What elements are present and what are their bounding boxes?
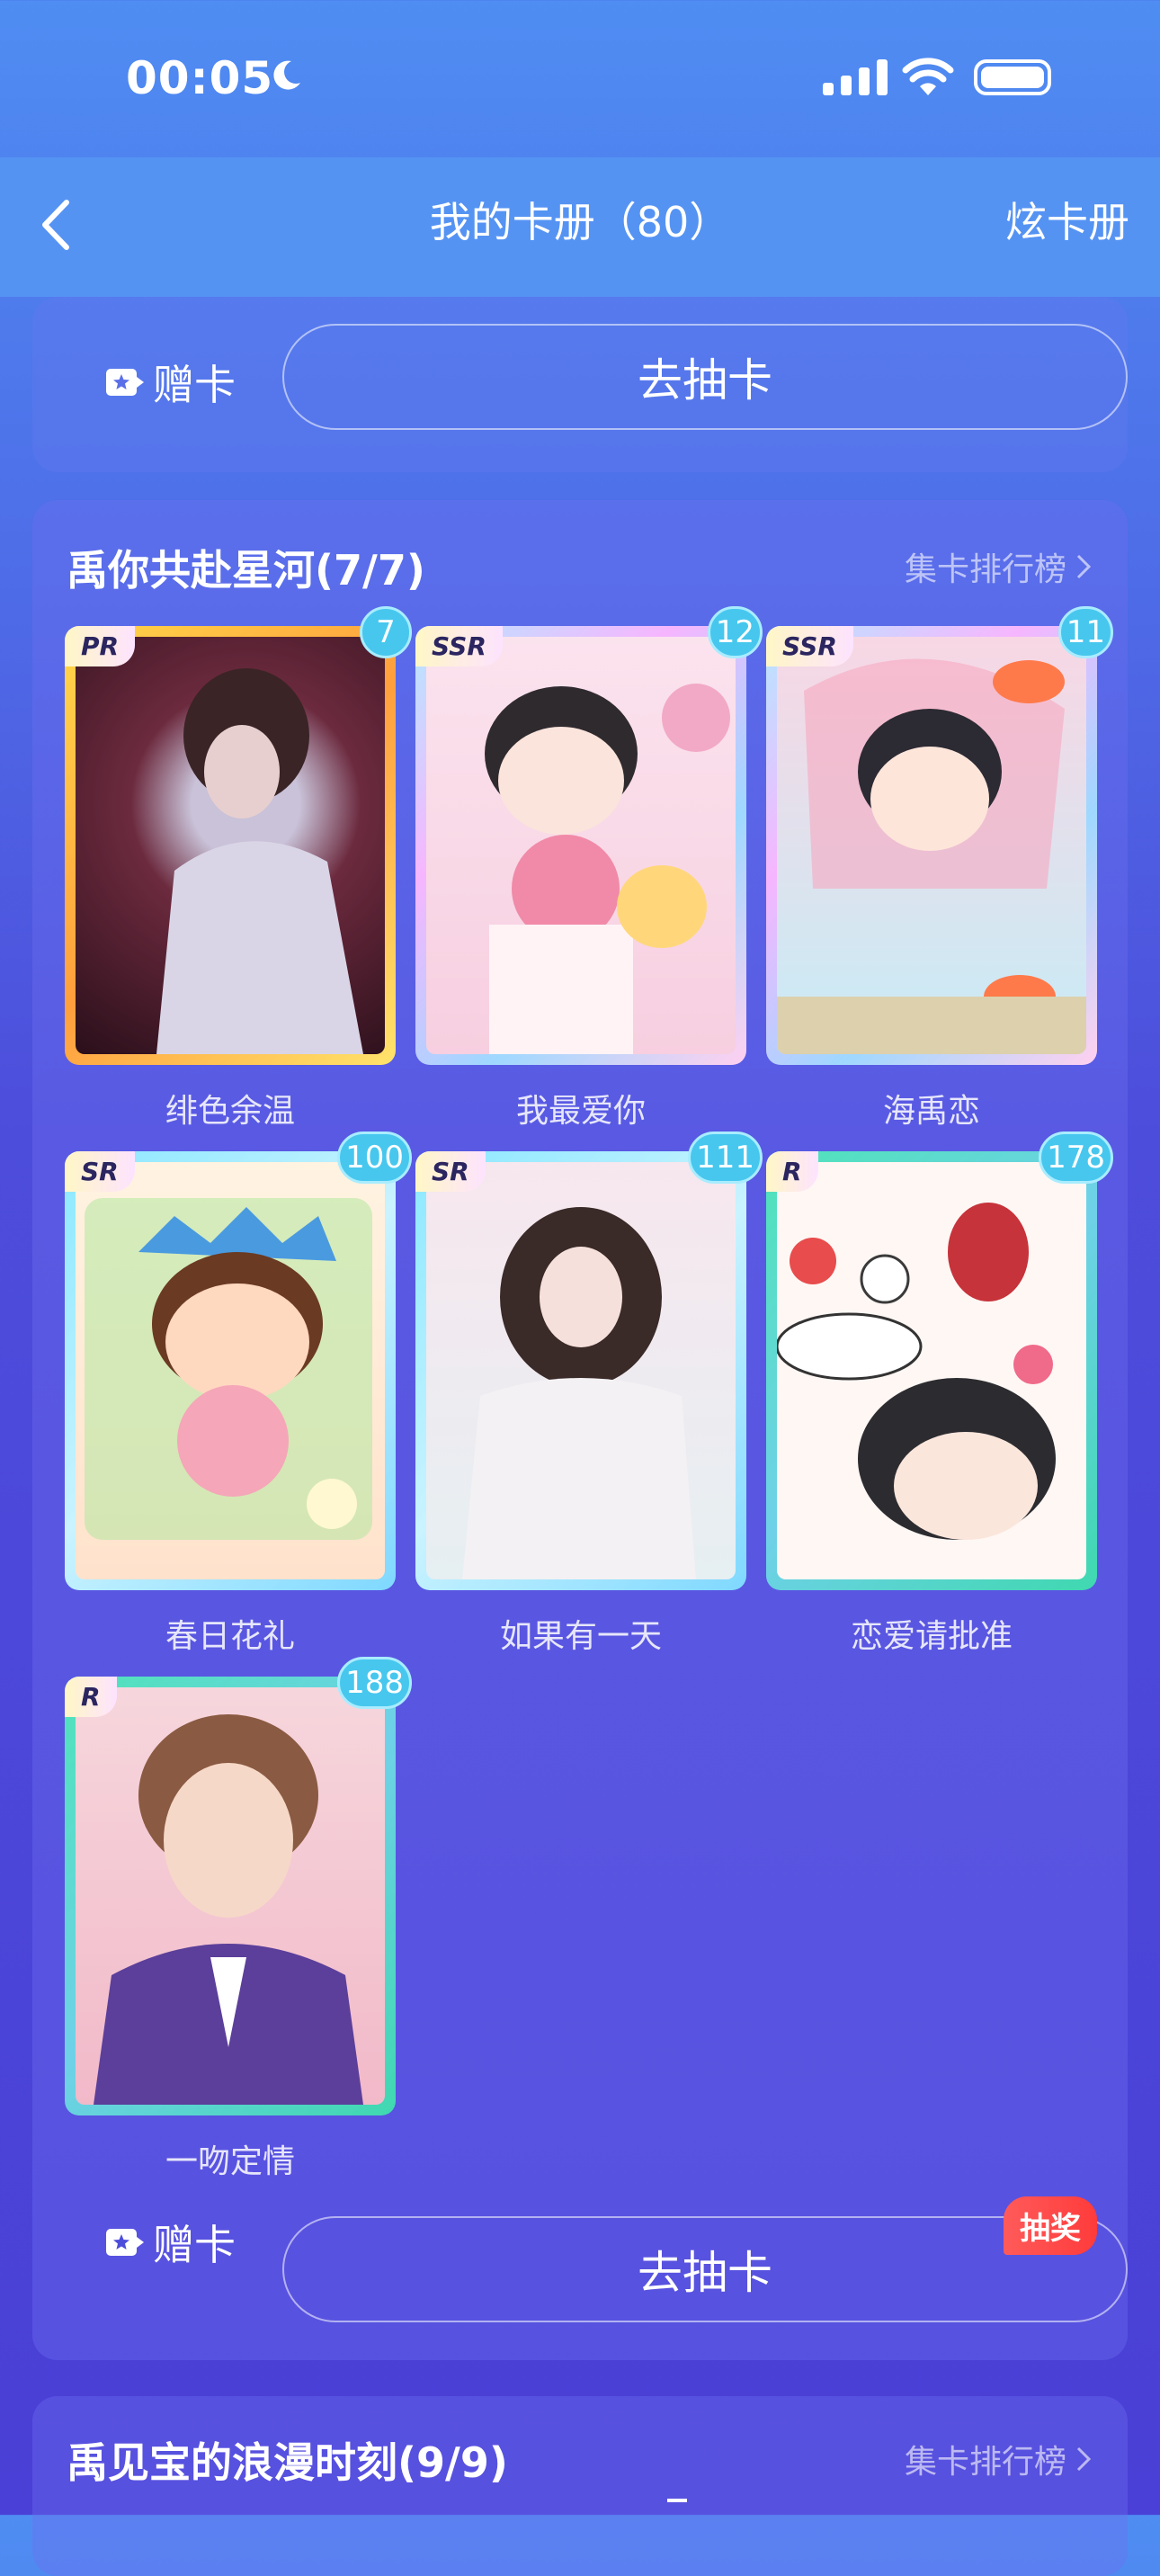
gift-card-button[interactable]: 赠卡 bbox=[104, 2213, 236, 2272]
top-action-panel: 赠卡 去抽卡 bbox=[32, 297, 1128, 472]
collection-ranking-link[interactable]: 集卡排行榜 bbox=[905, 2436, 1092, 2482]
card-art-image bbox=[76, 637, 385, 1054]
card-count-badge: 178 bbox=[1039, 1131, 1113, 1184]
card-art-image bbox=[426, 637, 736, 1054]
card-art-image bbox=[777, 637, 1086, 1054]
card-art-figure bbox=[156, 668, 363, 1054]
collection-ranking-label: 集卡排行榜 bbox=[904, 2444, 1066, 2481]
card-art-figure bbox=[94, 1714, 363, 2105]
collection-ranking-link[interactable]: 集卡排行榜 bbox=[905, 543, 1092, 590]
card-item[interactable]: R 188 一吻定情 bbox=[65, 1657, 412, 2180]
card-art-figure bbox=[485, 684, 730, 1054]
draw-card-button[interactable]: 去抽卡 bbox=[282, 2216, 1128, 2322]
card-name: 如果有一天 bbox=[499, 1618, 662, 1655]
card-set-panel: 禹你共赴星河(7/7) 集卡排行榜 PR 7 绯色余温 SSR 12 我最爱你 … bbox=[32, 500, 1128, 2360]
card-art-image bbox=[76, 1687, 385, 2105]
card-name: 一吻定情 bbox=[165, 2143, 295, 2180]
status-bar: 00:05 bbox=[0, 0, 1160, 157]
gift-card-label: 赠卡 bbox=[153, 361, 236, 409]
rarity-badge: SSR bbox=[766, 626, 853, 666]
rarity-badge: SSR bbox=[415, 626, 503, 666]
card-art-image bbox=[426, 1162, 736, 1579]
card-count-badge: 100 bbox=[337, 1131, 412, 1184]
chevron-right-icon bbox=[1076, 554, 1092, 579]
draw-card-button[interactable]: 去抽卡 bbox=[282, 324, 1128, 430]
card-item[interactable]: SR 100 春日花礼 bbox=[65, 1131, 412, 1655]
card-count-badge: 111 bbox=[688, 1131, 763, 1184]
gift-card-label: 赠卡 bbox=[153, 2221, 236, 2269]
card-art-image bbox=[777, 1162, 1086, 1579]
battery-icon bbox=[974, 59, 1051, 95]
wifi-icon bbox=[902, 58, 954, 95]
card-art-figure bbox=[462, 1207, 696, 1579]
collection-ranking-label: 集卡排行榜 bbox=[904, 551, 1066, 588]
card-item[interactable]: SSR 12 我最爱你 bbox=[415, 606, 763, 1130]
page-title: 我的卡册（80） bbox=[429, 198, 731, 246]
card-name: 我最爱你 bbox=[515, 1093, 646, 1130]
rarity-badge: SR bbox=[65, 1151, 135, 1192]
gift-card-button[interactable]: 赠卡 bbox=[104, 353, 236, 412]
card-art-figure bbox=[777, 658, 1086, 1054]
cellular-signal-icon bbox=[823, 59, 888, 95]
card-name: 恋爱请批准 bbox=[850, 1618, 1013, 1655]
card-set-title: 禹见宝的浪漫时刻(9/9) bbox=[67, 2438, 508, 2487]
card-name: 海禹恋 bbox=[882, 1093, 980, 1130]
card-item[interactable]: SR 111 如果有一天 bbox=[415, 1131, 763, 1655]
show-album-button[interactable]: 炫卡册 bbox=[1005, 190, 1129, 249]
card-count-badge: 12 bbox=[707, 606, 763, 658]
rarity-badge: R bbox=[766, 1151, 818, 1192]
card-set-title: 禹你共赴星河(7/7) bbox=[67, 546, 425, 595]
card-item[interactable]: PR 7 绯色余温 bbox=[65, 606, 412, 1130]
card-count-badge: 188 bbox=[337, 1657, 412, 1709]
card-art-image bbox=[76, 1162, 385, 1579]
gift-card-icon bbox=[106, 2229, 144, 2256]
gift-card-icon bbox=[106, 369, 144, 396]
card-item[interactable]: R 178 恋爱请批准 bbox=[766, 1131, 1113, 1655]
rarity-badge: PR bbox=[65, 626, 136, 666]
card-set-panel: 禹见宝的浪漫时刻(9/9) 集卡排行榜 bbox=[32, 2396, 1128, 2576]
moon-icon bbox=[273, 60, 300, 90]
card-art-figure bbox=[777, 1203, 1056, 1540]
card-item[interactable]: SSR 11 海禹恋 bbox=[766, 606, 1113, 1130]
card-count-badge: 11 bbox=[1057, 606, 1113, 658]
chevron-right-icon bbox=[1076, 2446, 1092, 2472]
home-indicator bbox=[667, 2499, 687, 2502]
nav-bar: 我的卡册（80） 炫卡册 bbox=[0, 157, 1160, 297]
rarity-badge: R bbox=[65, 1677, 117, 1717]
card-name: 春日花礼 bbox=[165, 1618, 295, 1655]
card-art-figure bbox=[85, 1198, 372, 1540]
lottery-badge: 抽奖 bbox=[1004, 2196, 1097, 2255]
status-time: 00:05 bbox=[126, 52, 274, 104]
card-count-badge: 7 bbox=[360, 606, 412, 658]
card-name: 绯色余温 bbox=[165, 1093, 295, 1130]
rarity-badge: SR bbox=[415, 1151, 486, 1192]
